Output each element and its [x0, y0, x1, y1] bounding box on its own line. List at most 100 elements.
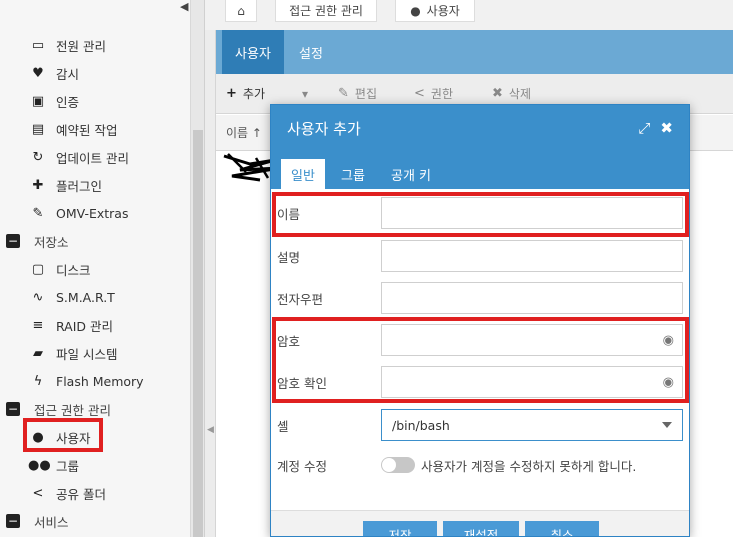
sidebar-group-storage[interactable]: − 저장소 — [0, 227, 190, 255]
battery-icon: ▭ — [31, 37, 45, 53]
sidebar-item-label: OMV-Extras — [56, 205, 129, 221]
tab-settings[interactable]: 설정 — [286, 30, 336, 74]
reset-button[interactable]: 재설정 — [443, 521, 519, 536]
sidebar-item-omv-extras[interactable]: ✎ OMV-Extras — [0, 199, 190, 227]
sidebar-item-scheduled[interactable]: ▤ 예약된 작업 — [0, 115, 190, 143]
puzzle-icon: ✚ — [32, 177, 44, 193]
minus-square-icon: − — [6, 402, 20, 416]
delete-label: 삭제 — [508, 87, 531, 101]
permission-button[interactable]: < 권한 — [414, 80, 453, 107]
expand-icon[interactable]: ⤢ — [638, 119, 650, 137]
splitter[interactable]: ◀ — [205, 0, 216, 537]
pulse-icon: ∿ — [32, 289, 44, 305]
sidebar-item-monitor[interactable]: ♥ 감시 — [0, 59, 190, 87]
sidebar-item-label: Flash Memory — [56, 373, 144, 389]
sidebar-item-label: 업데이트 관리 — [56, 150, 129, 166]
edit-button[interactable]: ✎ 편집 — [338, 80, 377, 107]
wrench-icon: ✎ — [32, 205, 44, 221]
chevron-down-icon — [662, 422, 672, 428]
sidebar-group-services[interactable]: − 서비스 — [0, 507, 190, 535]
share-icon: < — [414, 86, 425, 101]
sidebar-item-label: 인증 — [56, 94, 80, 110]
folder-icon: ▰ — [33, 345, 43, 361]
sidebar-item-disks[interactable]: ▢ 디스크 — [0, 255, 190, 283]
breadcrumb-label: 접근 권한 관리 — [289, 4, 363, 18]
account-edit-label: 계정 수정 — [277, 458, 327, 474]
breadcrumb-label: 사용자 — [426, 4, 460, 18]
refresh-icon: ↻ — [32, 149, 44, 165]
breadcrumb-user[interactable]: ● 사용자 — [395, 0, 475, 22]
sidebar-item-update[interactable]: ↻ 업데이트 관리 — [0, 143, 190, 171]
sidebar-item-shared-folders[interactable]: < 공유 폴더 — [0, 479, 190, 507]
tab-label: 설정 — [299, 46, 323, 62]
users-icon: ●● — [28, 457, 51, 473]
disk-icon: ▢ — [31, 261, 45, 277]
dialog-title: 사용자 추가 — [287, 119, 361, 138]
sidebar-nav: ▭ 전원 관리 ♥ 감시 ▣ 인증 ▤ 예약된 작업 ↻ 업데이트 관리 ✚ 플러그인 ✎ O… — [0, 0, 191, 537]
highlight-password-fields — [272, 317, 689, 403]
sidebar-item-plugins[interactable]: ✚ 플러그인 — [0, 171, 190, 199]
email-row: 전자우편 — [277, 280, 687, 316]
home-button[interactable]: ⌂ — [225, 0, 257, 22]
breadcrumb-access[interactable]: 접근 권한 관리 — [275, 0, 377, 22]
close-icon[interactable]: ✖ — [660, 119, 673, 137]
tab-public-keys[interactable]: 공개 키 — [383, 159, 439, 189]
topbar: ◀ ⌂ 접근 권한 관리 ● 사용자 — [180, 0, 733, 30]
sidebar-item-label: 그룹 — [56, 458, 80, 474]
description-label: 설명 — [277, 249, 301, 265]
sidebar-item-label: 예약된 작업 — [56, 122, 118, 138]
account-edit-text: 사용자가 계정을 수정하지 못하게 합니다. — [421, 458, 637, 474]
cancel-label: 취소 — [550, 527, 574, 537]
certificate-icon: ▣ — [31, 93, 45, 109]
sidebar-item-groups[interactable]: ●● 그룹 — [0, 451, 190, 479]
user-icon: ● — [410, 3, 421, 18]
delete-button[interactable]: ✖ 삭제 — [492, 80, 531, 107]
sidebar-item-label: S.M.A.R.T — [56, 289, 115, 305]
dialog-footer: 저장 재설정 취소 — [271, 510, 689, 537]
tab-label: 일반 — [291, 168, 315, 184]
tab-users[interactable]: 사용자 — [222, 30, 284, 74]
email-field[interactable] — [381, 282, 683, 314]
shell-label: 셸 — [277, 418, 289, 434]
add-button[interactable]: + 추가 — [226, 80, 265, 107]
highlight-users — [23, 418, 103, 452]
column-label: 이름 ↑ — [226, 126, 262, 140]
permission-label: 권한 — [430, 87, 453, 101]
shell-value: /bin/bash — [392, 417, 450, 433]
sidebar-item-raid[interactable]: ≡ RAID 관리 — [0, 311, 190, 339]
add-user-dialog: 사용자 추가 ⤢ ✖ 일반 그룹 공개 키 이름 설명 전자우편 암호 ◉ 암호… — [270, 104, 690, 537]
heartbeat-icon: ♥ — [32, 65, 44, 81]
collapse-left-icon[interactable]: ◀ — [180, 0, 188, 13]
email-label: 전자우편 — [277, 291, 324, 307]
shell-row: 셸 /bin/bash — [277, 407, 687, 443]
highlight-name-field — [272, 192, 689, 237]
chevron-down-icon: ▾ — [301, 86, 309, 101]
account-edit-row: 계정 수정 사용자가 계정을 수정하지 못하게 합니다. — [277, 447, 687, 483]
scrollbar-thumb[interactable] — [193, 130, 203, 537]
description-field[interactable] — [381, 240, 683, 272]
edit-label: 편집 — [354, 87, 377, 101]
add-dropdown-button[interactable]: ▾ — [292, 80, 318, 107]
minus-square-icon: − — [6, 234, 20, 248]
sidebar-scrollbar[interactable] — [191, 0, 205, 537]
save-button[interactable]: 저장 — [363, 521, 437, 536]
sidebar-item-flash-memory[interactable]: ϟ Flash Memory — [0, 367, 190, 395]
tab-groups[interactable]: 그룹 — [333, 159, 373, 189]
sidebar-item-smart[interactable]: ∿ S.M.A.R.T — [0, 283, 190, 311]
home-icon: ⌂ — [237, 3, 245, 18]
shell-select[interactable]: /bin/bash — [381, 409, 683, 441]
sidebar-group-label: 접근 권한 관리 — [34, 402, 111, 418]
tab-general[interactable]: 일반 — [281, 159, 325, 189]
close-icon: ✖ — [492, 86, 503, 101]
sidebar-item-filesystems[interactable]: ▰ 파일 시스템 — [0, 339, 190, 367]
collapse-left-icon[interactable]: ◀ — [207, 425, 214, 435]
sidebar-item-label: RAID 관리 — [56, 318, 114, 334]
database-icon: ≡ — [32, 317, 44, 333]
add-label: 추가 — [242, 87, 265, 101]
sidebar-item-power[interactable]: ▭ 전원 관리 — [0, 31, 190, 59]
sidebar-item-cert[interactable]: ▣ 인증 — [0, 87, 190, 115]
tab-label: 그룹 — [341, 168, 365, 184]
account-edit-toggle[interactable] — [381, 457, 415, 473]
cancel-button[interactable]: 취소 — [525, 521, 599, 537]
minus-square-icon: − — [6, 514, 20, 528]
